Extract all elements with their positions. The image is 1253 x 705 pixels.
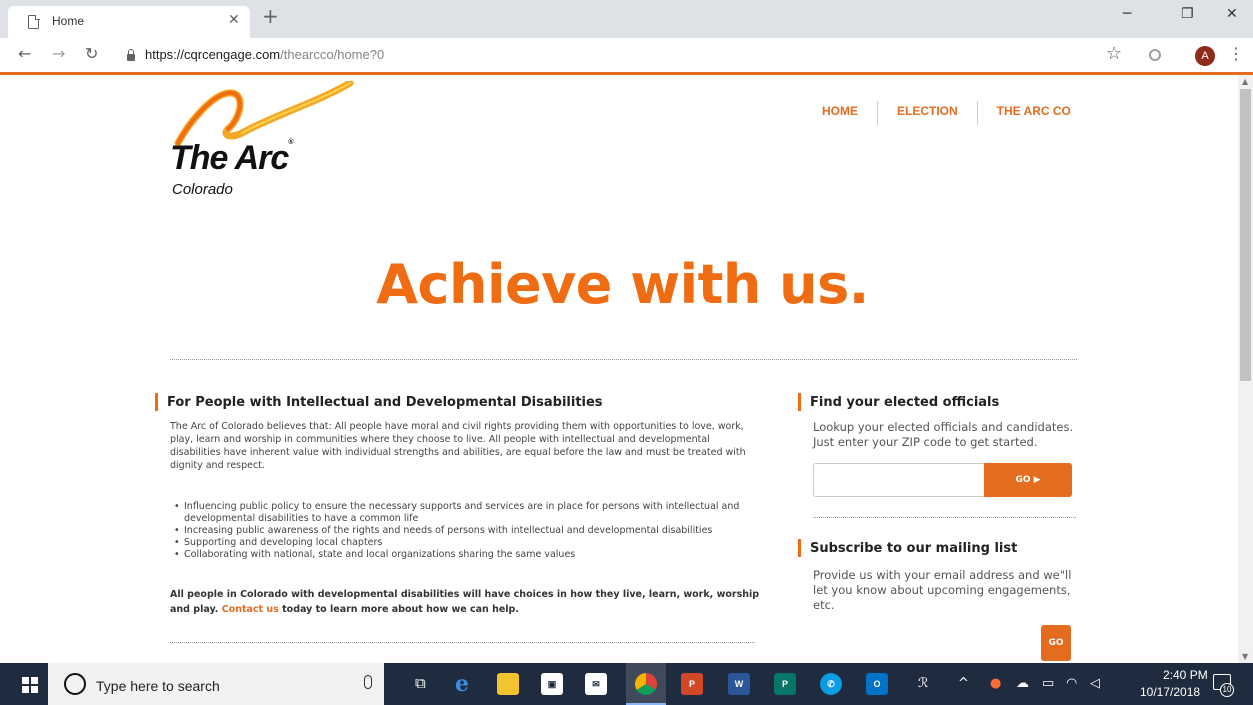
bookmark-star-icon[interactable]: ☆ bbox=[1106, 43, 1122, 64]
volume-icon[interactable]: ◁ bbox=[1090, 676, 1100, 691]
edge-icon[interactable]: e bbox=[451, 673, 473, 695]
the-arc-logo[interactable]: The Arc® Colorado bbox=[170, 81, 360, 206]
address-bar[interactable]: https://cqrcengage.com/thearcco/home?0 bbox=[145, 47, 384, 62]
clock-time[interactable]: 2:40 PM bbox=[1163, 668, 1208, 682]
scroll-down-icon[interactable]: ▼ bbox=[1242, 652, 1248, 661]
contact-us-link[interactable]: Contact us bbox=[222, 604, 279, 615]
url-path: /thearcco/home?0 bbox=[280, 47, 385, 62]
browser-tab[interactable]: Home ✕ bbox=[8, 6, 250, 38]
main-intro: The Arc of Colorado believes that: All p… bbox=[170, 421, 746, 471]
list-item: Influencing public policy to ensure the … bbox=[174, 501, 759, 525]
browser-menu-icon[interactable]: ⋮ bbox=[1228, 44, 1244, 63]
onedrive-icon[interactable]: ☁ bbox=[1016, 676, 1029, 691]
notification-count-badge: 10 bbox=[1220, 683, 1234, 697]
close-tab-icon[interactable]: ✕ bbox=[228, 12, 240, 28]
battery-icon[interactable]: ▭ bbox=[1042, 676, 1054, 691]
page-scrollbar[interactable]: ▲ ▼ bbox=[1238, 75, 1253, 663]
reload-icon[interactable]: ↻ bbox=[85, 46, 98, 62]
tray-expand-icon[interactable]: ^ bbox=[958, 676, 969, 691]
people-icon[interactable]: ℛ bbox=[918, 676, 928, 691]
nav-the-arc-co[interactable]: THE ARC CO bbox=[976, 101, 1090, 125]
page-icon bbox=[28, 14, 40, 29]
windows-taskbar: Type here to search ⧉ e ▣ ✉ P W P ✆ O ℛ … bbox=[0, 663, 1253, 705]
wifi-icon[interactable]: ◠ bbox=[1066, 676, 1077, 691]
hero-divider bbox=[170, 359, 1077, 360]
main-heading: For People with Intellectual and Develop… bbox=[155, 393, 603, 411]
clock-date[interactable]: 10/17/2018 bbox=[1140, 685, 1200, 699]
lock-icon[interactable] bbox=[127, 49, 135, 61]
officials-text: Lookup your elected officials and candid… bbox=[813, 420, 1074, 449]
browser-tab-strip: Home ✕ + ─ ❐ ✕ bbox=[0, 0, 1253, 38]
back-icon[interactable]: ← bbox=[18, 46, 31, 62]
microphone-icon[interactable] bbox=[364, 675, 372, 689]
restore-icon[interactable]: ❐ bbox=[1181, 6, 1194, 22]
sidebar-divider bbox=[813, 517, 1076, 518]
subscribe-go-button[interactable]: GO bbox=[1041, 625, 1071, 661]
find-officials-go-button[interactable]: GO ▶ bbox=[984, 463, 1072, 497]
list-item: Collaborating with national, state and l… bbox=[174, 549, 759, 561]
nav-election[interactable]: ELECTION bbox=[877, 101, 977, 125]
chrome-icon[interactable] bbox=[635, 673, 657, 695]
word-icon[interactable]: W bbox=[728, 673, 750, 695]
file-explorer-icon[interactable] bbox=[497, 673, 519, 695]
taskbar-search-placeholder: Type here to search bbox=[96, 678, 220, 694]
minimize-icon[interactable]: ─ bbox=[1123, 6, 1131, 22]
task-view-icon[interactable]: ⧉ bbox=[415, 674, 426, 692]
update-icon[interactable]: ● bbox=[990, 676, 1001, 691]
scroll-up-icon[interactable]: ▲ bbox=[1242, 77, 1248, 86]
taskbar-search-box[interactable]: Type here to search bbox=[48, 663, 384, 705]
list-item: Supporting and developing local chapters bbox=[174, 537, 759, 549]
publisher-icon[interactable]: P bbox=[774, 673, 796, 695]
site-nav: HOME ELECTION THE ARC CO bbox=[808, 101, 1090, 127]
forward-icon[interactable]: → bbox=[52, 46, 65, 62]
phone-app-icon[interactable]: ✆ bbox=[820, 673, 842, 695]
tab-title: Home bbox=[52, 14, 85, 28]
extension-icon[interactable] bbox=[1149, 49, 1161, 61]
logo-title: The Arc® bbox=[170, 139, 294, 177]
closing-text-end: today to learn more about how we can hel… bbox=[282, 604, 519, 615]
mail-icon[interactable]: ✉ bbox=[585, 673, 607, 695]
zip-input[interactable] bbox=[813, 463, 985, 497]
close-window-icon[interactable]: ✕ bbox=[1226, 6, 1238, 22]
powerpoint-icon[interactable]: P bbox=[681, 673, 703, 695]
store-icon[interactable]: ▣ bbox=[541, 673, 563, 695]
main-divider bbox=[170, 642, 755, 643]
subscribe-text: Provide us with your email address and w… bbox=[813, 568, 1072, 612]
list-item: Increasing public awareness of the right… bbox=[174, 525, 759, 537]
subscribe-heading: Subscribe to our mailing list bbox=[798, 539, 1017, 557]
closing-statement: All people in Colorado with developmenta… bbox=[170, 587, 760, 617]
logo-subtitle: Colorado bbox=[172, 181, 233, 198]
hero-headline: Achieve with us. bbox=[376, 253, 869, 316]
mission-list: Influencing public policy to ensure the … bbox=[174, 501, 759, 561]
browser-toolbar: ← → ↻ https://cqrcengage.com/thearcco/ho… bbox=[0, 38, 1253, 74]
url-host: https://cqrcengage.com bbox=[145, 47, 281, 62]
cortana-icon[interactable] bbox=[64, 673, 86, 695]
new-tab-icon[interactable]: + bbox=[262, 6, 279, 26]
page-viewport: The Arc® Colorado HOME ELECTION THE ARC … bbox=[0, 75, 1238, 663]
officials-heading: Find your elected officials bbox=[798, 393, 999, 411]
scroll-thumb[interactable] bbox=[1240, 89, 1251, 381]
profile-avatar[interactable]: A bbox=[1195, 46, 1215, 66]
outlook-icon[interactable]: O bbox=[866, 673, 888, 695]
windows-start-icon[interactable] bbox=[22, 677, 38, 693]
nav-home[interactable]: HOME bbox=[808, 101, 877, 125]
